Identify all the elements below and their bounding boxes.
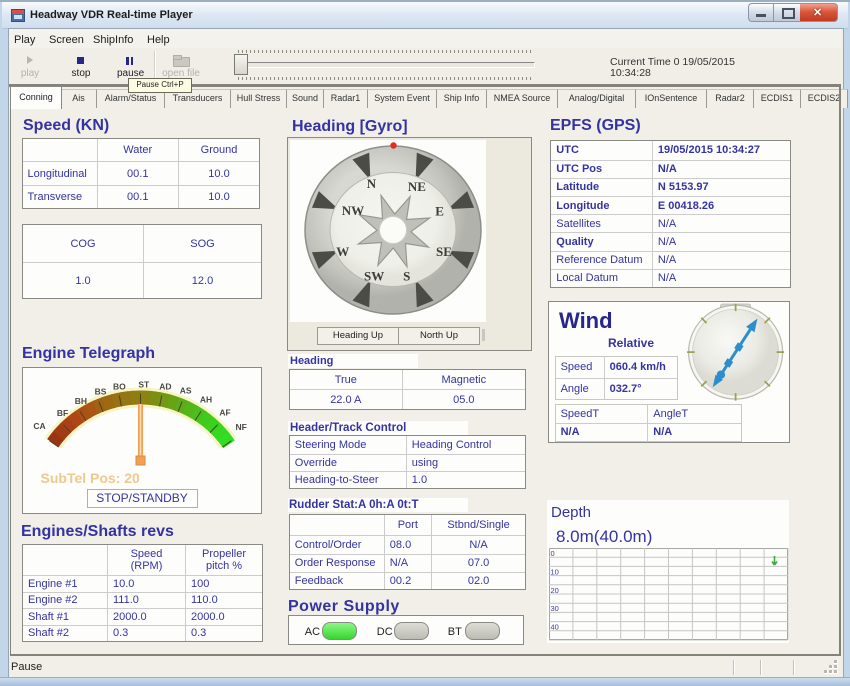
svg-text:AD: AD — [159, 382, 171, 392]
svg-text:10: 10 — [551, 567, 559, 576]
svg-text:BF: BF — [56, 408, 67, 418]
svg-text:NF: NF — [235, 422, 246, 432]
svg-text:AH: AH — [199, 394, 211, 404]
svg-text:NW: NW — [342, 203, 364, 218]
svg-text:E: E — [435, 204, 444, 219]
svg-text:BO: BO — [113, 382, 126, 392]
svg-text:SW: SW — [364, 268, 384, 283]
svg-text:BH: BH — [74, 396, 86, 406]
svg-text:NE: NE — [408, 179, 426, 194]
svg-text:ST: ST — [138, 380, 150, 390]
svg-text:0: 0 — [551, 549, 555, 558]
svg-text:AF: AF — [219, 407, 230, 417]
svg-text:N: N — [367, 176, 377, 191]
svg-text:30: 30 — [551, 604, 559, 613]
svg-text:BS: BS — [94, 386, 106, 396]
svg-text:W: W — [336, 244, 349, 259]
svg-text:AS: AS — [179, 385, 191, 395]
svg-text:S: S — [403, 268, 410, 283]
svg-text:CA: CA — [33, 421, 45, 431]
svg-text:20: 20 — [551, 586, 559, 595]
svg-text:SE: SE — [436, 244, 452, 259]
svg-text:40: 40 — [551, 623, 559, 632]
